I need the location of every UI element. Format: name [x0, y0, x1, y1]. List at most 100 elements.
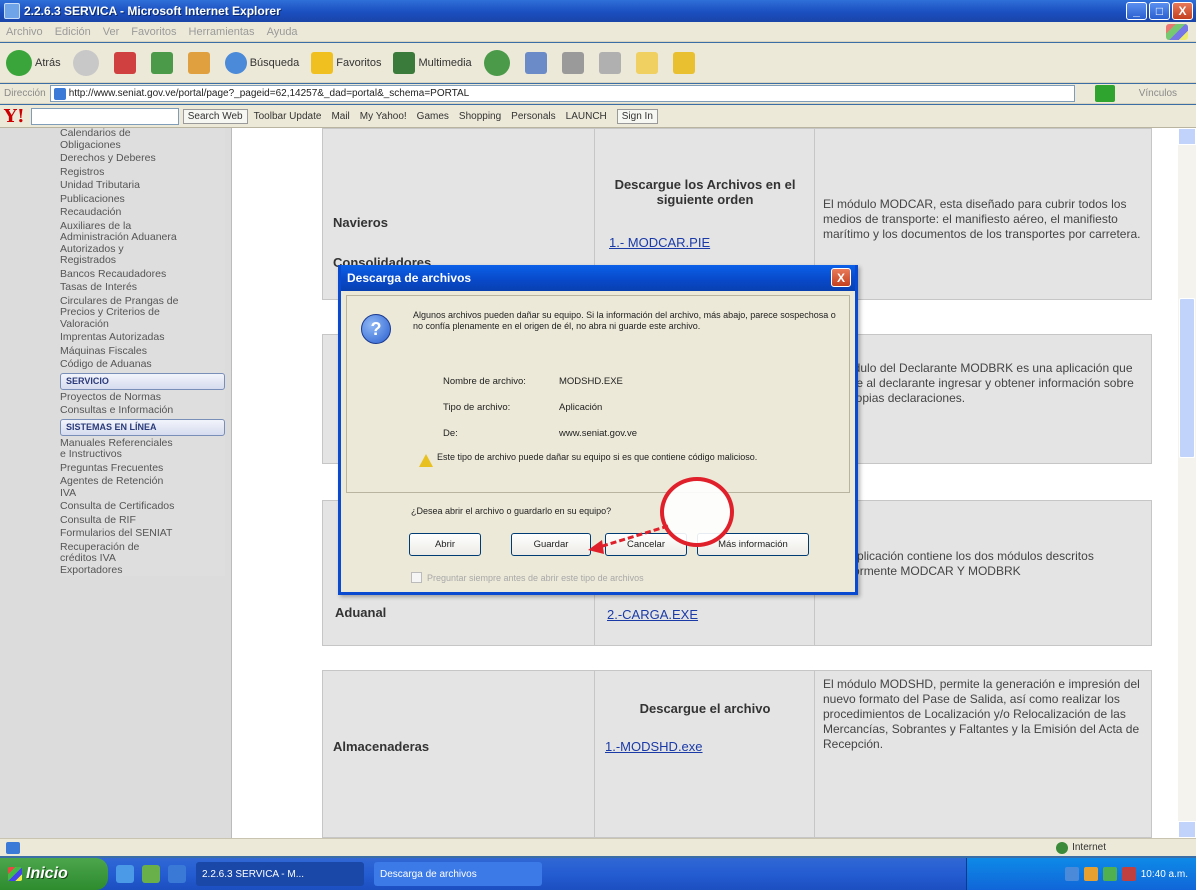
menu-ayuda[interactable]: Ayuda — [267, 26, 298, 38]
window-titlebar[interactable]: 2.2.6.3 SERVICA - Microsoft Internet Exp… — [0, 0, 1196, 22]
menu-ver[interactable]: Ver — [103, 26, 120, 38]
sidebar-link[interactable]: Valoración — [60, 318, 225, 331]
shopping-button[interactable]: Shopping — [459, 111, 501, 122]
mail-button[interactable] — [524, 51, 550, 74]
sidebar-link[interactable]: Consulta de Certificados — [60, 500, 225, 513]
refresh-button[interactable] — [150, 51, 176, 74]
sidebar-link[interactable]: Precios y Criterios de — [60, 306, 225, 319]
close-window-button[interactable]: X — [1172, 2, 1193, 20]
search-button[interactable]: Búsqueda — [224, 51, 299, 74]
page-icon — [53, 87, 66, 100]
sidebar-link[interactable]: Formularios del SENIAT — [60, 527, 225, 540]
address-input[interactable]: http://www.seniat.gov.ve/portal/page?_pa… — [49, 85, 1075, 102]
taskbar-download-dialog[interactable]: Descarga de archivos — [374, 862, 542, 886]
sidebar-link[interactable]: Consultas e Información — [60, 404, 225, 417]
menu-edicion[interactable]: Edición — [55, 26, 91, 38]
links-label[interactable]: Vínculos — [1139, 88, 1177, 99]
multimedia-button[interactable]: Multimedia — [393, 51, 472, 74]
sidebar-link[interactable]: IVA — [60, 487, 225, 500]
sidebar-link[interactable]: Administración Aduanera — [60, 231, 225, 244]
dialog-titlebar[interactable]: Descarga de archivos X — [341, 265, 855, 291]
always-ask-checkbox[interactable]: Preguntar siempre antes de abrir este ti… — [411, 572, 644, 583]
forward-button[interactable] — [72, 49, 102, 76]
sidebar-link[interactable]: créditos IVA — [60, 552, 225, 565]
show-desktop-icon[interactable] — [116, 865, 134, 883]
sidebar-link[interactable]: Agentes de Retención — [60, 475, 225, 488]
launch-button[interactable]: LAUNCH — [566, 111, 607, 122]
home-button[interactable] — [187, 51, 213, 74]
stop-button[interactable] — [113, 51, 139, 74]
sidebar-link[interactable]: Publicaciones — [60, 193, 225, 206]
menu-archivo[interactable]: Archivo — [6, 26, 43, 38]
folder-button[interactable] — [635, 51, 661, 74]
modshd-download-link[interactable]: 1.-MODSHD.exe — [605, 739, 703, 754]
open-button[interactable]: Abrir — [409, 533, 481, 556]
save-button[interactable]: Guardar — [511, 533, 591, 556]
start-button[interactable]: Inicio — [0, 858, 108, 890]
scroll-thumb[interactable] — [1179, 298, 1195, 458]
row-label-navieros: Navieros — [333, 215, 388, 230]
sidebar-link[interactable]: Código de Aduanas — [60, 358, 225, 371]
sidebar-link[interactable]: Proyectos de Normas — [60, 391, 225, 404]
sidebar-link[interactable]: Obligaciones — [60, 139, 225, 152]
dialog-close-button[interactable]: X — [831, 268, 851, 287]
sidebar-link[interactable]: Calendarios de — [60, 128, 225, 140]
tray-icon[interactable] — [1121, 867, 1136, 881]
toolbar-update-button[interactable]: Toolbar Update — [254, 111, 322, 122]
ie-app-icon — [4, 3, 20, 19]
sidebar-link[interactable]: Consulta de RIF — [60, 514, 225, 527]
history-button[interactable] — [483, 49, 513, 76]
sign-in-button[interactable]: Sign In — [616, 108, 658, 124]
edit-button[interactable] — [598, 51, 624, 74]
sidebar-header-sistemas[interactable]: SISTEMAS EN LÍNEA — [60, 418, 225, 436]
sidebar-link[interactable]: Unidad Tributaria — [60, 179, 225, 192]
sidebar-link[interactable]: Registrados — [60, 254, 225, 267]
menu-favoritos[interactable]: Favoritos — [131, 26, 176, 38]
print-button[interactable] — [561, 51, 587, 74]
search-web-button[interactable]: Search Web — [182, 108, 248, 124]
sidebar-header-servicio[interactable]: SERVICIO — [60, 372, 225, 390]
filetype-value: Aplicación — [559, 402, 603, 413]
my-yahoo-button[interactable]: My Yahoo! — [360, 111, 407, 122]
minimize-button[interactable]: _ — [1126, 2, 1147, 20]
row-label-aduanal: Aduanal — [335, 605, 387, 620]
messenger-icon — [672, 51, 695, 74]
maximize-button[interactable]: □ — [1149, 2, 1170, 20]
address-label: Dirección — [4, 88, 46, 99]
sidebar-link[interactable]: Bancos Recaudadores — [60, 268, 225, 281]
tray-icon[interactable] — [1064, 867, 1079, 881]
sidebar-link[interactable]: Derechos y Deberes — [60, 152, 225, 165]
sidebar-link[interactable]: Exportadores — [60, 564, 225, 577]
clock[interactable]: 10:40 a.m. — [1141, 869, 1188, 880]
sidebar-link[interactable]: Tasas de Interés — [60, 281, 225, 294]
back-button[interactable]: Atrás — [6, 49, 61, 76]
yahoo-search-input[interactable] — [30, 107, 179, 125]
yahoo-mail-button[interactable]: Mail — [331, 111, 349, 122]
address-url: http://www.seniat.gov.ve/portal/page?_pa… — [68, 88, 470, 99]
quicklaunch-icon[interactable] — [142, 865, 160, 883]
scroll-up-icon[interactable] — [1178, 128, 1196, 145]
sidebar-link[interactable]: Registros — [60, 166, 225, 179]
sidebar-link[interactable]: Recaudación — [60, 206, 225, 219]
yahoo-logo-icon[interactable]: Y! — [4, 106, 25, 127]
ie-quicklaunch-icon[interactable] — [168, 865, 186, 883]
tray-icon[interactable] — [1102, 867, 1117, 881]
taskbar-ie-window[interactable]: 2.2.6.3 SERVICA - M... — [196, 862, 364, 886]
sidebar-link[interactable]: Imprentas Autorizadas — [60, 331, 225, 344]
sidebar-link[interactable]: e Instructivos — [60, 448, 225, 461]
annotation-arrow-icon — [588, 524, 669, 554]
page-scrollbar[interactable] — [1178, 128, 1196, 838]
carga-download-link[interactable]: 2.-CARGA.EXE — [607, 607, 698, 622]
favorites-button[interactable]: Favoritos — [311, 51, 381, 74]
sidebar-link[interactable]: Preguntas Frecuentes — [60, 462, 225, 475]
scroll-down-icon[interactable] — [1178, 821, 1196, 838]
modcar-description: El módulo MODCAR, esta diseñado para cub… — [823, 197, 1141, 241]
go-button[interactable] — [1094, 85, 1115, 102]
menu-herramientas[interactable]: Herramientas — [189, 26, 255, 38]
sidebar-link[interactable]: Máquinas Fiscales — [60, 345, 225, 358]
tray-icon[interactable] — [1083, 867, 1098, 881]
modcar-download-link[interactable]: 1.- MODCAR.PIE — [609, 235, 710, 250]
games-button[interactable]: Games — [417, 111, 449, 122]
personals-button[interactable]: Personals — [511, 111, 555, 122]
messenger-button[interactable] — [672, 51, 698, 74]
